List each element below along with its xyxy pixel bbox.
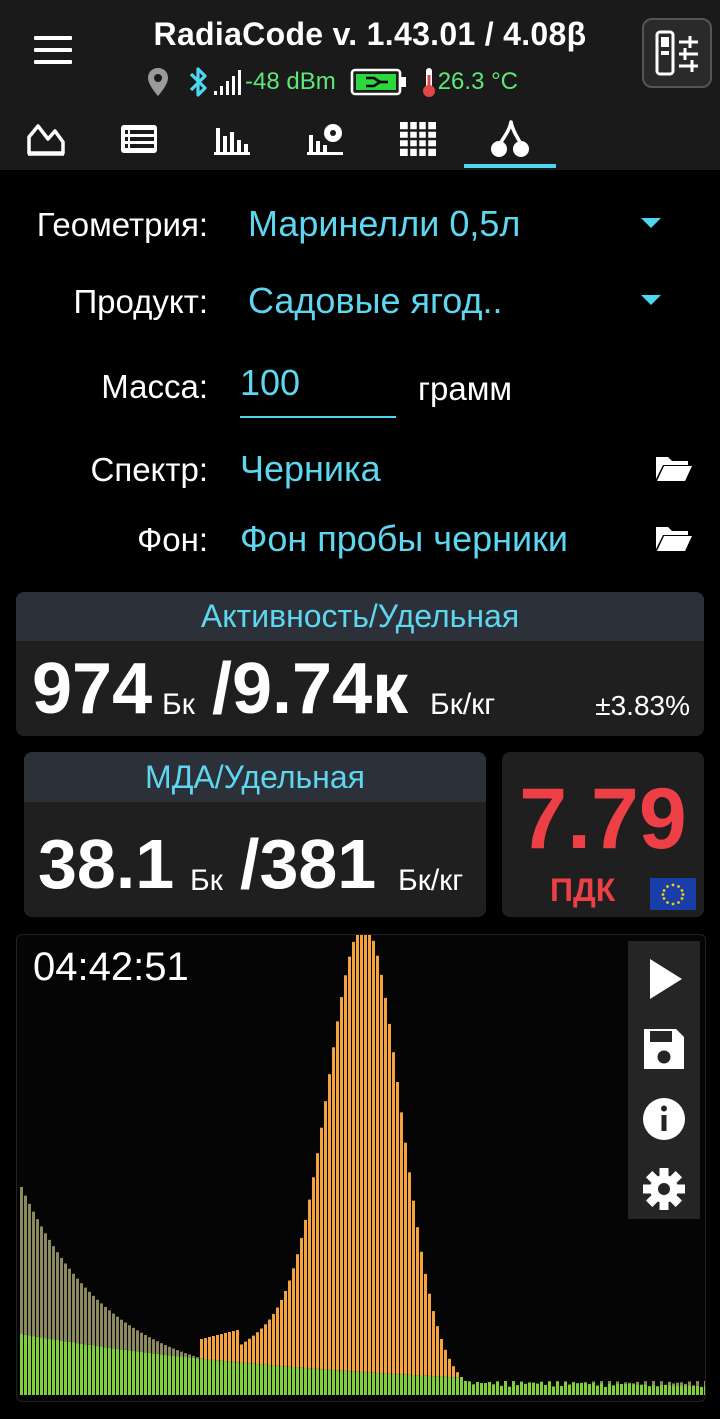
spectrum-file-value[interactable]: Черника	[240, 448, 381, 490]
tab-bar	[0, 108, 720, 170]
activity-unit: Бк	[162, 688, 195, 721]
tab-food-analysis[interactable]	[464, 108, 556, 170]
spectrum-label: Спектр:	[90, 451, 209, 488]
status-row: -48 dBm 26.3 °C	[145, 64, 518, 100]
menu-icon[interactable]	[34, 36, 72, 66]
product-select[interactable]: Садовые ягод..	[248, 280, 503, 322]
save-icon[interactable]	[640, 1025, 688, 1073]
specific-mda-unit: Бк/кг	[398, 864, 464, 897]
mass-label: Масса:	[101, 368, 208, 405]
geometry-select[interactable]: Маринелли 0,5л	[248, 203, 520, 245]
limit-label: ПДК	[550, 872, 616, 908]
battery-charging-icon	[350, 68, 406, 96]
spectrum-chart[interactable]: 04:42:51	[16, 934, 706, 1402]
folder-open-icon[interactable]	[654, 523, 694, 553]
spectrum-toolbar	[628, 941, 700, 1219]
mda-unit: Бк	[190, 864, 223, 897]
mda-card: МДА/Удельная 38.1 Бк /381 Бк/кг	[24, 752, 486, 917]
signal-strength-icon	[214, 70, 241, 95]
specific-mda-value: /381	[240, 825, 377, 903]
activity-error: ±3.83%	[595, 690, 690, 721]
mda-header: МДА/Удельная	[24, 752, 486, 802]
tab-grid[interactable]	[372, 108, 464, 170]
specific-activity-unit: Бк/кг	[430, 688, 496, 721]
folder-open-icon[interactable]	[654, 453, 694, 483]
bluetooth-icon	[189, 67, 207, 97]
area-chart-icon	[27, 124, 65, 156]
eu-flag-icon	[650, 878, 696, 910]
tab-histogram[interactable]	[186, 108, 278, 170]
app-title: RadiaCode v. 1.43.01 / 4.08β	[153, 16, 587, 52]
specific-activity-value: /9.74к	[212, 649, 409, 729]
measurement-timer: 04:42:51	[33, 945, 189, 989]
mass-unit-label: грамм	[418, 370, 513, 407]
background-file-value[interactable]: Фон пробы черники	[240, 518, 568, 560]
temperature-value: 26.3 °C	[437, 68, 519, 95]
tab-spectrum-area[interactable]	[0, 108, 92, 170]
geometry-dropdown-arrow-icon[interactable]	[641, 218, 661, 228]
signal-strength-value: -48 dBm	[245, 68, 336, 95]
limit-ratio-value: 7.79	[519, 771, 687, 867]
mda-value: 38.1	[38, 825, 175, 903]
tab-dose[interactable]	[279, 108, 371, 170]
mass-input[interactable]: 100	[240, 362, 396, 418]
product-dropdown-arrow-icon[interactable]	[641, 295, 661, 305]
play-icon[interactable]	[640, 955, 688, 1003]
product-label: Продукт:	[73, 283, 208, 320]
gear-icon[interactable]	[640, 1165, 688, 1213]
grid-icon	[400, 122, 436, 156]
location-pin-icon	[148, 68, 168, 96]
app-header: RadiaCode v. 1.43.01 / 4.08β -48 dBm 26.…	[0, 0, 720, 108]
activity-card: Активность/Удельная 974 Бк /9.74к Бк/кг …	[16, 592, 704, 736]
background-label: Фон:	[137, 521, 208, 558]
geometry-label: Геометрия:	[36, 206, 208, 243]
thermometer-icon	[422, 68, 435, 97]
cherry-icon	[491, 120, 529, 157]
activity-value: 974	[32, 649, 153, 729]
spectrum-bars	[20, 935, 705, 1395]
table-icon	[121, 125, 157, 153]
activity-header: Активность/Удельная	[16, 592, 704, 641]
device-sliders-icon	[655, 30, 698, 76]
limit-card[interactable]: 7.79 ПДК	[502, 752, 704, 917]
dose-chart-icon	[307, 124, 343, 155]
bar-chart-icon	[214, 128, 250, 155]
info-icon[interactable]	[640, 1095, 688, 1143]
device-settings-button[interactable]	[642, 18, 712, 88]
tab-table[interactable]	[93, 108, 185, 170]
